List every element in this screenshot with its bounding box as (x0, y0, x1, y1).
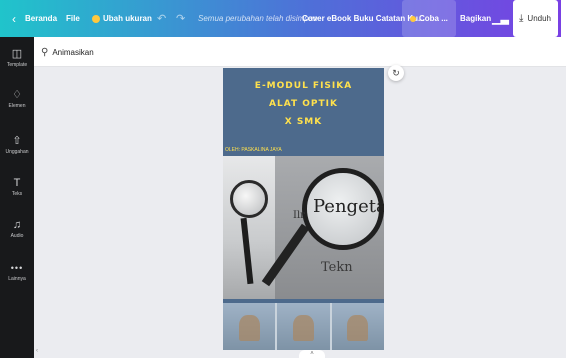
left-sidebar: ◫ Template ♢ Elemen ⇧ Unggahan T Teks ♫ … (0, 37, 34, 358)
illustration-thumb (277, 303, 330, 350)
text-icon: T (13, 177, 21, 189)
try-pro-button[interactable]: Coba ... (402, 0, 456, 37)
sidebar-item-label: Audio (10, 233, 24, 239)
photo-text-small: Ilr (293, 210, 305, 221)
sidebar-item-unggahan[interactable]: ⇧ Unggahan (0, 135, 34, 155)
rotate-icon[interactable]: ↻ (388, 65, 404, 81)
magnifier-lens (230, 180, 268, 218)
sidebar-item-elemen[interactable]: ♢ Elemen (0, 89, 34, 109)
home-link[interactable]: Beranda (25, 0, 57, 37)
illustration-thumb (331, 303, 384, 350)
upload-icon: ⇧ (12, 135, 22, 147)
photo-text-bottom: Tekn (321, 260, 353, 275)
context-toolbar: ⚲ Animasikan (34, 37, 566, 67)
animation-icon: ⚲ (41, 46, 49, 58)
illustration-thumb (223, 303, 276, 350)
cover-title-line-1[interactable]: E-MODUL FISIKA (223, 81, 384, 91)
chevron-left-icon[interactable]: ‹ (12, 0, 16, 37)
save-status: Semua perubahan telah disimpan (198, 14, 318, 23)
undo-icon[interactable]: ↶ (157, 0, 166, 37)
cover-title-line-3[interactable]: X SMK (223, 117, 384, 127)
bar-chart-icon[interactable]: ▁▃ (492, 0, 509, 37)
try-label: Coba ... (419, 14, 448, 23)
animate-label: Animasikan (52, 47, 94, 57)
sidebar-item-label: Teks (11, 191, 23, 197)
sidebar-item-teks[interactable]: T Teks (0, 177, 34, 197)
crown-icon (92, 14, 100, 23)
shapes-icon: ♢ (12, 89, 22, 101)
magnifier-handle (240, 217, 254, 285)
redo-icon[interactable]: ↷ (176, 0, 185, 37)
sidebar-item-label: Elemen (8, 103, 26, 109)
scroll-left-icon[interactable]: ‹ (36, 348, 38, 354)
resize-button[interactable]: Ubah ukuran (92, 0, 152, 37)
resize-label: Ubah ukuran (103, 14, 152, 23)
sidebar-item-audio[interactable]: ♫ Audio (0, 219, 34, 239)
crown-icon (410, 15, 416, 22)
file-menu[interactable]: File (66, 0, 80, 37)
sidebar-item-label: Lainnya (8, 276, 26, 282)
download-icon: ⤓ (519, 13, 524, 24)
cover-title-line-2[interactable]: ALAT OPTIK (223, 99, 384, 109)
design-canvas[interactable]: E-MODUL FISIKA ALAT OPTIK X SMK OLEH: PA… (34, 65, 566, 358)
download-label: Unduh (527, 14, 551, 23)
illustration-strip[interactable] (223, 303, 384, 350)
sidebar-item-label: Template (6, 62, 28, 68)
more-icon: ••• (10, 263, 24, 273)
sidebar-item-lainnya[interactable]: ••• Lainnya (0, 262, 34, 282)
sidebar-item-label: Unggahan (5, 149, 29, 155)
photo-text-main: Pengeta (313, 196, 384, 217)
more-options-button[interactable] (561, 0, 566, 37)
photo-right-panel: Ilr Pengeta Tekn (261, 156, 384, 299)
download-button[interactable]: ⤓ Unduh (513, 0, 558, 37)
cover-author[interactable]: OLEH: PASKALINA JAYA (225, 147, 282, 153)
template-icon: ◫ (11, 48, 23, 60)
magnifier-photo[interactable]: Ilr Pengeta Tekn (223, 156, 384, 299)
animate-button[interactable]: ⚲ Animasikan (41, 37, 94, 67)
chevron-up-icon[interactable]: ˄ (299, 350, 325, 358)
editor-topbar: ‹ Beranda File Ubah ukuran ↶ ↷ Semua per… (0, 0, 566, 37)
music-icon: ♫ (12, 219, 22, 231)
design-page[interactable]: E-MODUL FISIKA ALAT OPTIK X SMK OLEH: PA… (223, 68, 384, 350)
sidebar-item-template[interactable]: ◫ Template (0, 48, 34, 68)
